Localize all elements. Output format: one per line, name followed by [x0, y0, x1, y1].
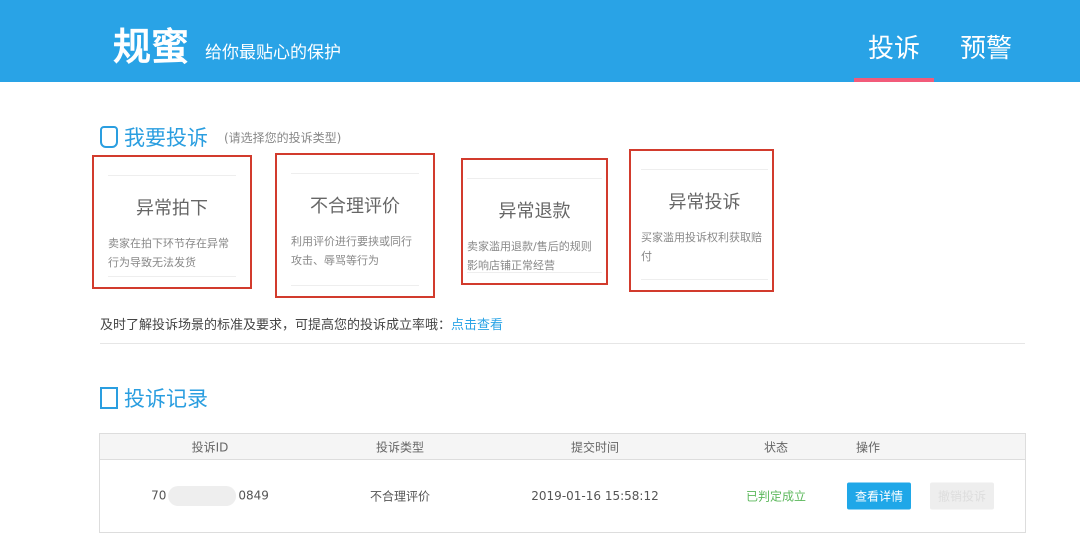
card-abnormal-refund[interactable]: 异常退款卖家滥用退款/售后的规则影响店铺正常经营 — [461, 158, 608, 285]
complain-section-title: 我要投诉 (请选择您的投诉类型) — [100, 122, 341, 152]
card-title: 异常投诉 — [668, 192, 741, 213]
cell-time: 2019-01-16 15:58:12 — [531, 489, 659, 503]
id-suffix: 0849 — [238, 488, 269, 503]
records-table: 投诉ID 投诉类型 提交时间 状态 操作 70 0849 不合理评价 2019-0… — [99, 433, 1026, 533]
view-details-button[interactable]: 查看详情 — [846, 482, 912, 510]
redacted-blur — [168, 486, 237, 506]
col-id: 投诉ID — [191, 440, 229, 454]
complain-subtitle: (请选择您的投诉类型) — [224, 130, 342, 145]
table-header: 投诉ID 投诉类型 提交时间 状态 操作 — [100, 434, 1025, 460]
table-row: 70 0849 不合理评价 2019-01-16 15:58:12 已判定成立 查… — [100, 460, 1025, 532]
col-type: 投诉类型 — [375, 440, 425, 454]
view-link[interactable]: 点击查看 — [451, 318, 503, 333]
nav-complain[interactable]: 投诉 — [853, 28, 935, 82]
card-title: 异常拍下 — [136, 198, 208, 219]
card-abnormal-order[interactable]: 异常拍下卖家在拍下环节存在异常行为导致无法发货 — [92, 155, 252, 289]
card-desc: 买家滥用投诉权利获取赔付 — [641, 231, 762, 263]
card-unreasonable-review[interactable]: 不合理评价利用评价进行要挟或同行攻击、辱骂等行为 — [275, 153, 435, 298]
note-text: 及时了解投诉场景的标准及要求，可提高您的投诉成立率哦： — [100, 318, 452, 333]
card-abnormal-complaint[interactable]: 异常投诉买家滥用投诉权利获取赔付 — [629, 149, 774, 292]
complain-title: 我要投诉 — [124, 126, 208, 150]
col-status: 状态 — [763, 440, 789, 454]
divider — [100, 343, 1025, 344]
logo: 规蜜 — [113, 25, 190, 69]
cell-type: 不合理评价 — [369, 489, 431, 504]
card-title: 不合理评价 — [310, 196, 400, 217]
slogan: 给你最贴心的保护 — [205, 43, 341, 63]
hand-icon — [100, 126, 118, 148]
revoke-button[interactable]: 撤销投诉 — [929, 482, 995, 510]
cell-id: 70 0849 — [151, 486, 269, 506]
card-desc: 卖家在拍下环节存在异常行为导致无法发货 — [108, 237, 229, 269]
id-prefix: 70 — [151, 488, 167, 503]
complain-note: 及时了解投诉场景的标准及要求，可提高您的投诉成立率哦：点击查看 — [100, 314, 503, 333]
list-icon — [100, 387, 118, 409]
records-title: 投诉记录 — [124, 387, 208, 411]
col-action: 操作 — [855, 440, 881, 454]
card-title: 异常退款 — [498, 201, 571, 222]
top-header: 规蜜 给你最贴心的保护 投诉 预警 — [0, 0, 1080, 82]
cell-status: 已判定成立 — [745, 489, 807, 504]
col-time: 提交时间 — [570, 440, 620, 454]
card-desc: 卖家滥用退款/售后的规则影响店铺正常经营 — [467, 240, 592, 272]
card-desc: 利用评价进行要挟或同行攻击、辱骂等行为 — [291, 235, 412, 267]
records-section-title: 投诉记录 — [100, 383, 208, 413]
nav-warning[interactable]: 预警 — [960, 28, 1012, 65]
